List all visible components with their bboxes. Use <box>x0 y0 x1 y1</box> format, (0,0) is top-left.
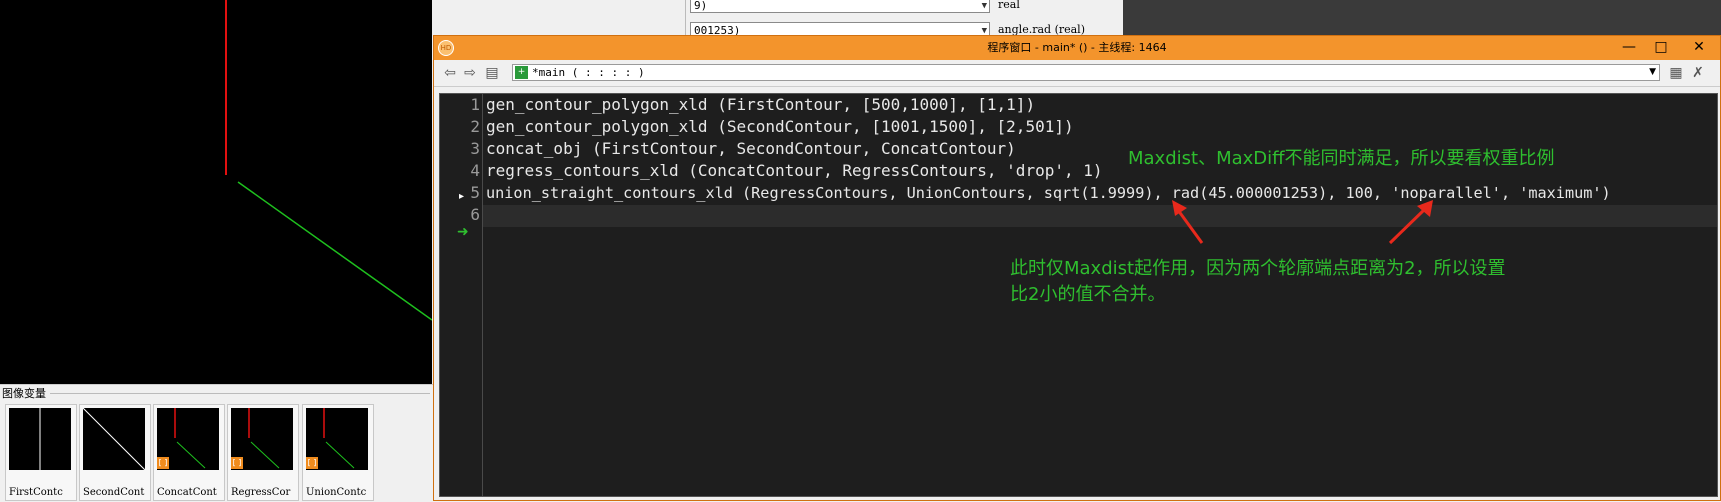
code-editor[interactable]: 1 2 3 4 5 6 ▸ ➜ gen_contour_polygon_xld … <box>439 93 1718 497</box>
maximize-button[interactable]: □ <box>1646 36 1676 58</box>
tuple-badge-icon: [ ] <box>157 457 169 469</box>
procedure-selector[interactable]: + *main ( : : : : ) ▼ <box>512 64 1660 81</box>
close-button[interactable]: ✕ <box>1684 36 1714 58</box>
delete-procedure-icon[interactable]: ✗ <box>1690 65 1706 81</box>
contour-canvas <box>225 0 432 321</box>
forward-arrow-icon[interactable]: ⇨ <box>462 65 478 81</box>
thumbnail-regress-contours[interactable]: [ ] RegressCor <box>227 404 299 501</box>
arrow-icon <box>1388 207 1427 245</box>
image-variables-panel: 图像变量 FirstContc SecondCont [ ] ConcatCon… <box>0 384 434 502</box>
thumbnail-label: ConcatCont <box>157 487 217 498</box>
tuple-badge-icon: [ ] <box>231 457 243 469</box>
thumbnail-union-contours[interactable]: [ ] UnionContc <box>302 404 374 501</box>
thumbnail-concat-contour[interactable]: [ ] ConcatCont <box>153 404 225 501</box>
tuple-badge-icon: [ ] <box>306 457 318 469</box>
chevron-down-icon[interactable]: ▼ <box>982 0 987 14</box>
thumbnail-image <box>9 408 71 470</box>
thumbnail-label: SecondCont <box>83 487 145 498</box>
procedure-name: *main ( : : : : ) <box>532 66 645 79</box>
window-title: 程序窗口 - main* () - 主线程: 1464 <box>987 41 1167 54</box>
thumbnail-label: RegressCor <box>231 487 291 498</box>
variable-value: 9) <box>694 0 708 12</box>
minimize-button[interactable]: — <box>1614 36 1644 58</box>
thumbnail-first-contour[interactable]: FirstContc <box>5 404 77 501</box>
panel-title: 图像变量 <box>2 385 49 401</box>
edit-procedure-icon[interactable]: ▤ <box>484 65 500 81</box>
thumbnail-second-contour[interactable]: SecondCont <box>79 404 151 501</box>
variable-row[interactable]: 9) ▼ real <box>690 0 1120 14</box>
divider <box>50 393 430 394</box>
graphics-window[interactable] <box>0 0 432 384</box>
variable-type-label: real <box>998 0 1020 11</box>
back-arrow-icon[interactable]: ⇦ <box>442 65 458 81</box>
thumbnail-image <box>83 408 145 470</box>
variable-value-combo[interactable]: 9) ▼ <box>690 0 990 13</box>
thumbnail-label: UnionContc <box>306 487 367 498</box>
arrow-icon <box>1176 209 1204 244</box>
background-area <box>1123 0 1721 38</box>
title-bar[interactable]: HD 程序窗口 - main* () - 主线程: 1464 — □ ✕ <box>434 36 1720 60</box>
editor-toolbar: ⇦ ⇨ ▤ + *main ( : : : : ) ▼ ▦ ✗ <box>434 60 1720 87</box>
thumbnail-label: FirstContc <box>9 487 63 498</box>
annotation-arrows <box>1172 200 1433 245</box>
second-contour-line <box>237 181 432 321</box>
chevron-down-icon[interactable]: ▼ <box>1649 65 1656 80</box>
procedure-interface-icon[interactable]: ▦ <box>1668 65 1684 81</box>
program-window: HD 程序窗口 - main* () - 主线程: 1464 — □ ✕ ⇦ ⇨… <box>433 35 1721 501</box>
procedure-icon: + <box>515 66 528 79</box>
